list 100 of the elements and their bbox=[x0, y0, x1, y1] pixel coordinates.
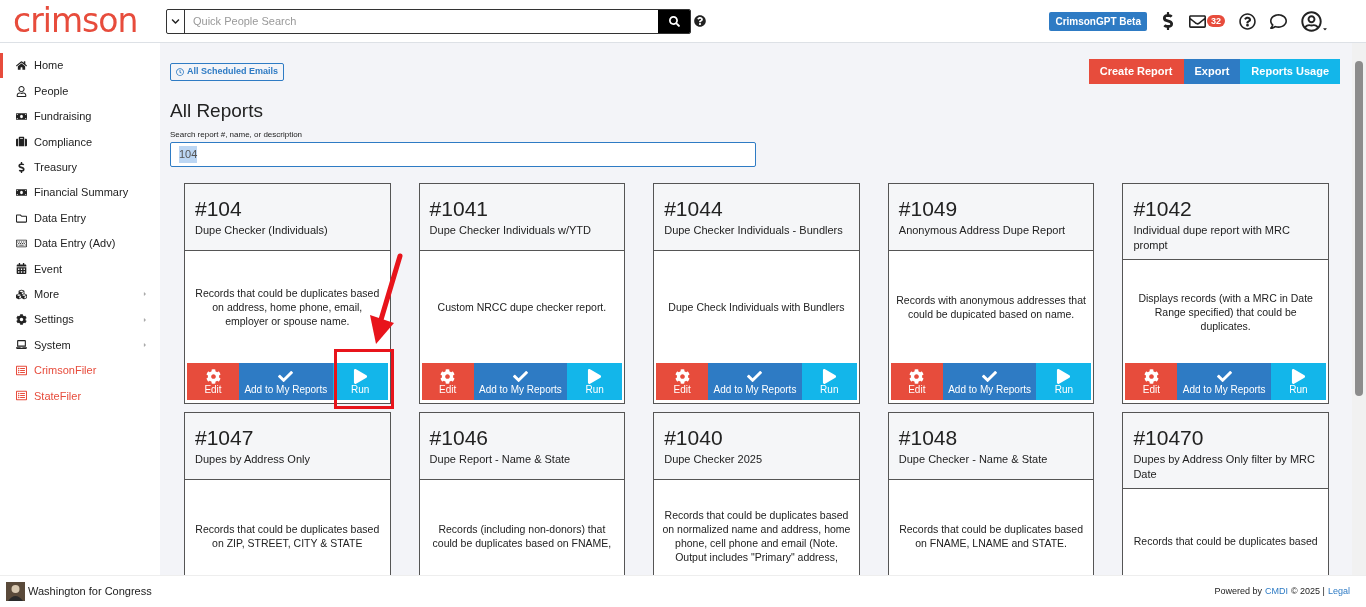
check-icon bbox=[278, 368, 294, 384]
report-search-field[interactable]: 104 bbox=[170, 142, 756, 167]
report-description: Records that could be duplicates based on address, home phone, email, employer or spouse name. bbox=[194, 286, 381, 328]
report-number: #1044 bbox=[664, 196, 724, 222]
sidebar-item[interactable]: StateFiler bbox=[0, 383, 160, 409]
settings-icon bbox=[1143, 368, 1159, 384]
report-number: #1049 bbox=[898, 196, 959, 222]
sidebar-item[interactable]: Treasury bbox=[0, 154, 160, 180]
crimson-gpt-button[interactable]: CrimsonGPT Beta bbox=[1049, 11, 1147, 31]
legal-link[interactable]: Legal bbox=[1327, 584, 1350, 599]
logo[interactable]: crimson bbox=[0, 3, 166, 39]
play-icon bbox=[352, 368, 368, 384]
copyright-text: © 2025 | bbox=[1290, 584, 1325, 598]
sidebar-item[interactable]: Data Entry bbox=[0, 205, 160, 231]
action-button[interactable]: Export bbox=[1183, 59, 1241, 84]
quick-search-field[interactable]: Quick People Search bbox=[166, 8, 691, 34]
sidebar-item[interactable]: More bbox=[0, 281, 160, 307]
report-number: #104 bbox=[195, 196, 243, 222]
scrollbar[interactable] bbox=[1352, 43, 1366, 575]
edit-button[interactable]: Edit bbox=[187, 363, 239, 400]
dollar-icon[interactable] bbox=[1161, 12, 1175, 30]
report-name: Dupe Report - Name & State bbox=[429, 452, 572, 467]
sidebar-item[interactable]: Fundraising bbox=[0, 103, 160, 130]
sidebar-item[interactable]: People bbox=[0, 78, 160, 104]
sidebar-item[interactable]: Settings bbox=[0, 306, 160, 333]
sidebar-item[interactable]: System bbox=[0, 332, 160, 358]
add-to-my-reports-button[interactable]: Add to My Reports bbox=[1177, 363, 1271, 400]
sidebar-item[interactable]: Data Entry (Adv) bbox=[0, 230, 160, 257]
help-icon[interactable] bbox=[1239, 12, 1256, 30]
user-icon bbox=[1301, 10, 1322, 32]
run-button[interactable]: Run bbox=[567, 363, 623, 400]
edit-button[interactable]: Edit bbox=[890, 363, 943, 400]
mail-icon[interactable] bbox=[1189, 12, 1206, 30]
calendar-icon bbox=[16, 263, 27, 275]
home-icon bbox=[16, 60, 27, 72]
check-icon bbox=[1216, 368, 1232, 384]
report-description: Records that could be duplicates based on FNAME, LNAME and STATE. bbox=[898, 522, 1085, 550]
action-button[interactable]: Create Report bbox=[1088, 59, 1184, 84]
vendor-link[interactable]: CMDI bbox=[1264, 584, 1288, 599]
settings-icon bbox=[909, 368, 925, 384]
report-description: Records with anonymous addresses that could be dupicated based on name. bbox=[895, 293, 1087, 321]
report-name: Dupe Checker 2025 bbox=[664, 452, 764, 467]
edit-button[interactable]: Edit bbox=[421, 363, 474, 400]
add-to-my-reports-button[interactable]: Add to My Reports bbox=[708, 363, 802, 400]
briefcase-icon bbox=[16, 136, 27, 148]
organization-name: Washington for Congress bbox=[28, 584, 152, 600]
search-icon bbox=[668, 15, 680, 27]
keyboard-icon bbox=[16, 237, 27, 249]
add-to-my-reports-button[interactable]: Add to My Reports bbox=[239, 363, 333, 400]
search-label: Search report #, name, or description bbox=[170, 130, 304, 140]
folder-icon bbox=[16, 212, 27, 224]
report-name: Dupe Checker (Individuals) bbox=[195, 223, 329, 238]
report-description: Displays records (with a MRC in Date Range specified) that could be duplicates. bbox=[1137, 290, 1314, 333]
play-icon bbox=[587, 368, 603, 384]
report-name: Dupes by Address Only bbox=[195, 452, 311, 467]
run-button[interactable]: Run bbox=[1036, 363, 1092, 400]
report-description: Records that could be duplicates based on ZIP, STREET, CITY & STATE bbox=[194, 522, 381, 550]
caret-icon bbox=[1322, 25, 1328, 32]
chevron-down-icon bbox=[171, 16, 180, 26]
check-icon bbox=[512, 368, 528, 384]
account-menu[interactable] bbox=[1301, 10, 1328, 32]
sidebar-item[interactable]: Financial Summary bbox=[0, 179, 160, 206]
search-button[interactable] bbox=[658, 9, 690, 33]
sidebar-item[interactable]: Event bbox=[0, 256, 160, 282]
play-icon bbox=[821, 368, 837, 384]
help-icon[interactable] bbox=[694, 15, 706, 27]
report-description: Dupe Check Individuals with Bundlers bbox=[668, 300, 845, 314]
report-name: Dupes by Address Only filter by MRC Date bbox=[1133, 452, 1316, 482]
dollar-icon bbox=[16, 161, 27, 173]
powered-by-text: Powered by bbox=[1214, 584, 1262, 598]
report-number: #1046 bbox=[429, 425, 489, 451]
quick-search-input[interactable]: Quick People Search bbox=[185, 12, 658, 30]
report-name: Anonymous Address Dupe Report bbox=[898, 223, 1067, 238]
report-description: Custom NRCC dupe checker report. bbox=[437, 300, 607, 314]
chat-icon[interactable] bbox=[1270, 12, 1287, 30]
edit-button[interactable]: Edit bbox=[1125, 363, 1178, 400]
report-description: Records that could be duplicates based on normalized name and address, home phone, cell phone and email (Note. Output includes "Primary" address, bbox=[661, 508, 852, 564]
add-to-my-reports-button[interactable]: Add to My Reports bbox=[473, 363, 568, 400]
edit-button[interactable]: Edit bbox=[656, 363, 709, 400]
check-icon bbox=[747, 368, 763, 384]
settings-icon bbox=[16, 314, 27, 326]
banknote-icon bbox=[16, 187, 27, 199]
action-button[interactable]: Reports Usage bbox=[1240, 59, 1340, 84]
list-icon bbox=[16, 390, 27, 402]
report-name: Individual dupe report with MRC prompt bbox=[1133, 223, 1291, 253]
sidebar-item[interactable]: Compliance bbox=[0, 129, 160, 155]
report-number: #1041 bbox=[429, 196, 489, 222]
settings-icon bbox=[674, 368, 690, 384]
play-icon bbox=[1291, 368, 1306, 384]
list-icon bbox=[16, 364, 27, 376]
sidebar-item[interactable]: CrimsonFiler bbox=[0, 357, 160, 384]
scheduled-emails-button[interactable]: All Scheduled Emails bbox=[170, 63, 285, 81]
run-button[interactable]: Run bbox=[1271, 363, 1326, 400]
report-number: #1042 bbox=[1133, 196, 1193, 222]
report-description: Records (including non-donors) that could be duplicates based on FNAME, bbox=[431, 522, 613, 550]
report-number: #1048 bbox=[898, 425, 959, 451]
report-description: Records that could be duplicates based bbox=[1133, 533, 1318, 548]
page-title: All Reports bbox=[170, 100, 264, 122]
run-button[interactable]: Run bbox=[801, 363, 857, 400]
add-to-my-reports-button[interactable]: Add to My Reports bbox=[942, 363, 1037, 400]
